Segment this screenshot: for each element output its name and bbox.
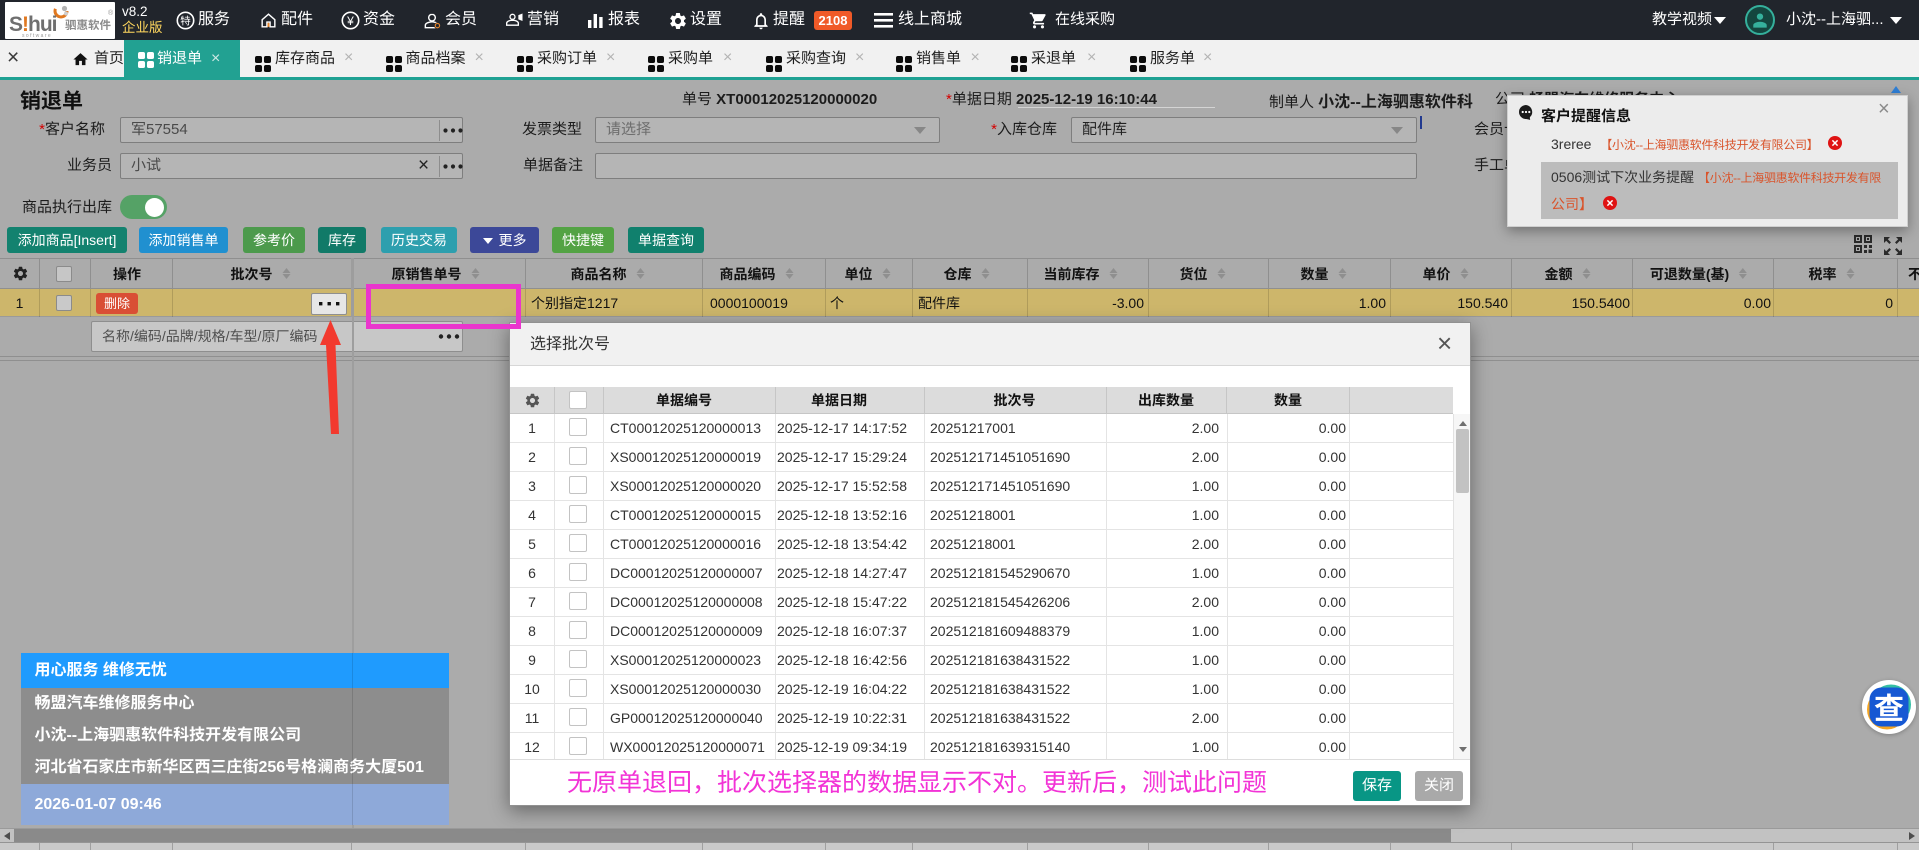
svg-text:驷惠软件: 驷惠软件 [65,19,111,32]
svg-text:特: 特 [180,16,191,28]
svg-text:software: software [22,33,52,39]
svg-text:¥: ¥ [346,14,354,28]
svg-text:®: ® [108,9,114,17]
svg-text:查: 查 [1874,693,1904,726]
